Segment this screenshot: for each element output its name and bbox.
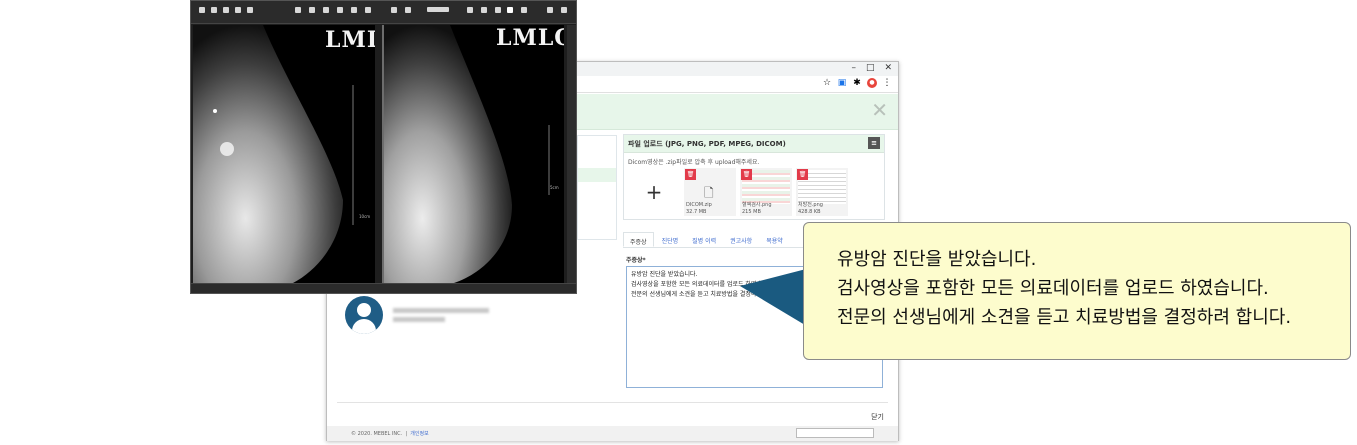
copyright: © 2020. MEBEL INC.	[351, 431, 403, 437]
viewer-tool-icon[interactable]	[405, 7, 411, 13]
viewer-tool-icon[interactable]	[495, 7, 501, 13]
modal-footer-divider	[337, 402, 888, 403]
file-tile[interactable]: 🗑 🗋 DICOM.zip 32.7 MB	[684, 168, 736, 216]
scale-label: 10cm	[359, 214, 371, 219]
viewer-tool-icon[interactable]	[199, 7, 205, 13]
viewer-tool-icon[interactable]	[481, 7, 487, 13]
kebab-menu-icon[interactable]: ⋮	[882, 78, 892, 88]
window-controls: – □ ✕	[851, 63, 892, 73]
viewer-dropdown[interactable]	[427, 7, 449, 12]
plus-icon: +	[645, 180, 663, 204]
user-avatar-icon	[345, 296, 383, 334]
dicom-viewer-window: LMLO 10cm LMLO 5cm	[190, 0, 577, 294]
file-size: 428.8 KB	[798, 209, 821, 215]
viewer-tool-icon[interactable]	[235, 7, 241, 13]
viewer-tool-icon[interactable]	[337, 7, 343, 13]
viewer-tool-icon[interactable]	[521, 7, 527, 13]
viewer-tool-icon[interactable]	[211, 7, 217, 13]
family-site-select[interactable]	[796, 428, 874, 438]
screenshot-stage: – □ ✕ ☆ ▣ ✱ ● ⋮ ✕ 파일 업로드 (JPG, PNG, PDF,…	[0, 0, 1357, 445]
file-size: 32.7 MB	[686, 209, 707, 215]
viewer-tool-icon[interactable]	[295, 7, 301, 13]
left-card-strip	[578, 168, 616, 182]
mammogram-pane-right[interactable]: LMLO 5cm	[382, 25, 564, 283]
upload-tiles: + 🗑 🗋 DICOM.zip 32.7 MB 🗑 혈액검사.png 215 M…	[628, 168, 848, 216]
viewer-tool-icon[interactable]	[391, 7, 397, 13]
viewer-tool-icon[interactable]	[561, 7, 567, 13]
left-info-card	[577, 135, 617, 240]
scale-label: 5cm	[550, 185, 559, 190]
callout-line: 유방암 진단을 받았습니다.	[837, 249, 1037, 270]
file-size: 215 MB	[742, 209, 761, 215]
upload-title: 파일 업로드 (JPG, PNG, PDF, MPEG, DICOM)	[628, 140, 786, 148]
file-upload-panel: 파일 업로드 (JPG, PNG, PDF, MPEG, DICOM) ≡ Di…	[623, 134, 885, 220]
tab-recommendation[interactable]: 권고사항	[724, 232, 758, 247]
add-file-button[interactable]: +	[628, 168, 680, 216]
star-icon[interactable]: ☆	[822, 78, 832, 88]
mammogram-image-left	[193, 25, 354, 283]
callout-bubble: 유방암 진단을 받았습니다. 검사영상을 포함한 모든 의료데이터를 업로드 하…	[803, 222, 1351, 360]
tab-chief-complaint[interactable]: 주증상	[623, 232, 654, 247]
viewer-tool-icon-active[interactable]	[507, 7, 513, 13]
upload-note: Dicom영상은 .zip파일로 압축 후 upload해주세요.	[628, 159, 760, 166]
view-label: LMLO	[325, 27, 375, 53]
tab-medication[interactable]: 복용약	[760, 232, 789, 247]
minimize-button[interactable]: –	[851, 63, 856, 73]
close-button[interactable]: 닫기	[871, 412, 884, 422]
viewer-tool-icon[interactable]	[365, 7, 371, 13]
chief-complaint-label: 주증상*	[626, 257, 646, 264]
viewer-tool-icon[interactable]	[323, 7, 329, 13]
maximize-button[interactable]: □	[866, 63, 875, 73]
save-icon[interactable]: ▣	[837, 78, 847, 88]
blurred-profile-text	[393, 308, 489, 322]
file-tile[interactable]: 🗑 혈액검사.png 215 MB	[740, 168, 792, 216]
mammogram-image-right	[384, 25, 550, 283]
callout-pointer	[740, 268, 810, 328]
viewer-statusbar	[191, 283, 576, 293]
callout-line: 검사영상을 포함한 모든 의료데이터를 업로드 하였습니다.	[837, 278, 1269, 299]
viewer-tool-icon[interactable]	[309, 7, 315, 13]
doctor-profile	[345, 296, 489, 334]
profile-icon[interactable]: ●	[867, 78, 877, 88]
viewer-tool-icon[interactable]	[223, 7, 229, 13]
file-tile[interactable]: 🗑 처방전.png 428.8 KB	[796, 168, 848, 216]
page-footer: © 2020. MEBEL INC. | 개인정보	[327, 426, 898, 441]
menu-icon[interactable]: ≡	[868, 137, 880, 149]
callout-line: 전문의 선생님에게 소견을 듣고 치료방법을 결정하려 합니다.	[837, 307, 1292, 328]
tab-diagnosis[interactable]: 진단명	[656, 232, 685, 247]
trash-icon[interactable]: 🗑	[797, 169, 808, 180]
puzzle-icon[interactable]: ✱	[852, 78, 862, 88]
viewer-toolbar	[191, 1, 576, 24]
tab-history[interactable]: 질병 이력	[686, 232, 722, 247]
viewer-tool-icon[interactable]	[547, 7, 553, 13]
file-name: 혈액검사.png	[742, 202, 772, 208]
window-close-button[interactable]: ✕	[884, 63, 892, 73]
viewer-tool-icon[interactable]	[351, 7, 357, 13]
upload-panel-header: 파일 업로드 (JPG, PNG, PDF, MPEG, DICOM) ≡	[624, 135, 884, 153]
mammogram-pane-left[interactable]: LMLO 10cm	[193, 25, 375, 283]
trash-icon[interactable]: 🗑	[685, 169, 696, 180]
file-name: 처방전.png	[798, 202, 823, 208]
viewer-side-panel[interactable]	[567, 25, 576, 283]
viewer-tool-icon[interactable]	[247, 7, 253, 13]
file-name: DICOM.zip	[686, 202, 712, 208]
trash-icon[interactable]: 🗑	[741, 169, 752, 180]
privacy-link[interactable]: 개인정보	[410, 431, 428, 437]
extension-icons: ☆ ▣ ✱ ● ⋮	[822, 78, 892, 88]
viewer-tool-icon[interactable]	[467, 7, 473, 13]
close-icon[interactable]: ✕	[871, 98, 888, 122]
view-label: LMLO	[496, 25, 564, 51]
